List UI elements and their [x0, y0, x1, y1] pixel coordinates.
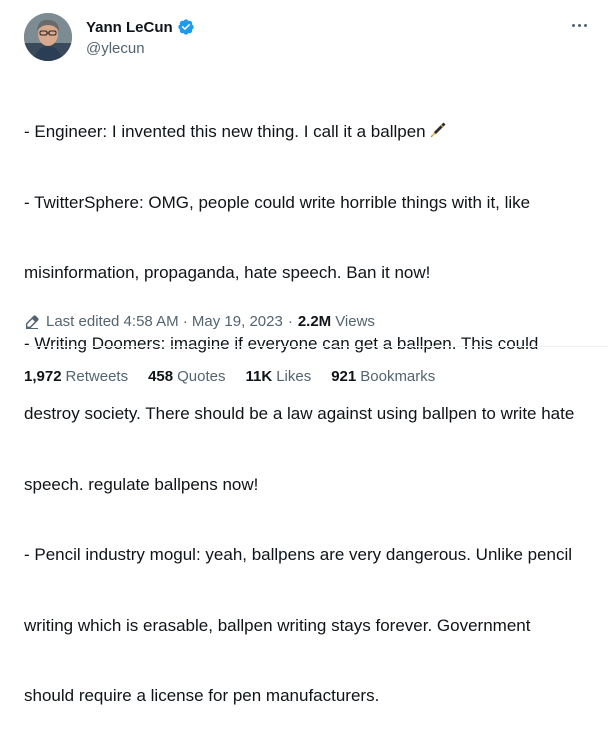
bookmarks-stat[interactable]: 921 Bookmarks: [331, 368, 435, 385]
quotes-label: Quotes: [177, 368, 226, 385]
more-options-icon[interactable]: [564, 15, 594, 35]
verified-badge-icon: [178, 19, 194, 35]
tweet-line: writing which is erasable, ballpen writi…: [24, 615, 531, 635]
tweet-header: Yann LeCun @ylecun: [24, 13, 594, 63]
likes-count: 11K: [245, 368, 273, 385]
tweet-line: should require a license for pen manufac…: [24, 686, 380, 705]
retweets-count: 1,972: [24, 368, 62, 385]
likes-stat[interactable]: 11K Likes: [245, 368, 311, 385]
tweet-line: misinformation, propaganda, hate speech.…: [24, 263, 431, 282]
quotes-count: 458: [148, 368, 174, 385]
tweet-line: - TwitterSphere: OMG, people could write…: [24, 192, 531, 212]
fountain-pen-icon: [430, 122, 446, 138]
author-handle[interactable]: @ylecun: [86, 40, 145, 57]
bookmarks-label: Bookmarks: [360, 368, 436, 385]
avatar[interactable]: [24, 13, 72, 61]
quotes-stat[interactable]: 458 Quotes: [148, 368, 225, 385]
author-name-row[interactable]: Yann LeCun: [86, 18, 195, 36]
bookmarks-count: 921: [331, 368, 357, 385]
edited-timestamp[interactable]: Last edited 4:58 AM · May 19, 2023: [46, 313, 283, 330]
meta-separator: ·: [287, 313, 293, 330]
likes-label: Likes: [276, 368, 312, 385]
tweet-line: - Writing Doomers: imagine if everyone c…: [24, 333, 539, 353]
engagement-stats: 1,972 Retweets 458 Quotes 11K Likes 921 …: [24, 368, 455, 385]
tweet-line: speech. regulate ballpens now!: [24, 474, 259, 494]
divider: [24, 346, 608, 347]
retweets-label: Retweets: [65, 368, 129, 385]
author-name[interactable]: Yann LeCun: [86, 19, 173, 36]
tweet-line: - Engineer: I invented this new thing. I…: [24, 120, 584, 144]
tweet-line: destroy society. There should be a law a…: [24, 404, 575, 423]
views-count[interactable]: 2.2M: [298, 313, 331, 330]
tweet-line: - Pencil industry mogul: yeah, ballpens …: [24, 545, 573, 564]
retweets-stat[interactable]: 1,972 Retweets: [24, 368, 128, 385]
tweet-text: - Engineer: I invented this new thing. I…: [24, 73, 584, 731]
views-label: Views: [335, 313, 375, 330]
edit-pencil-icon: [26, 314, 39, 329]
tweet-meta: Last edited 4:58 AM · May 19, 2023 · 2.2…: [24, 313, 375, 330]
